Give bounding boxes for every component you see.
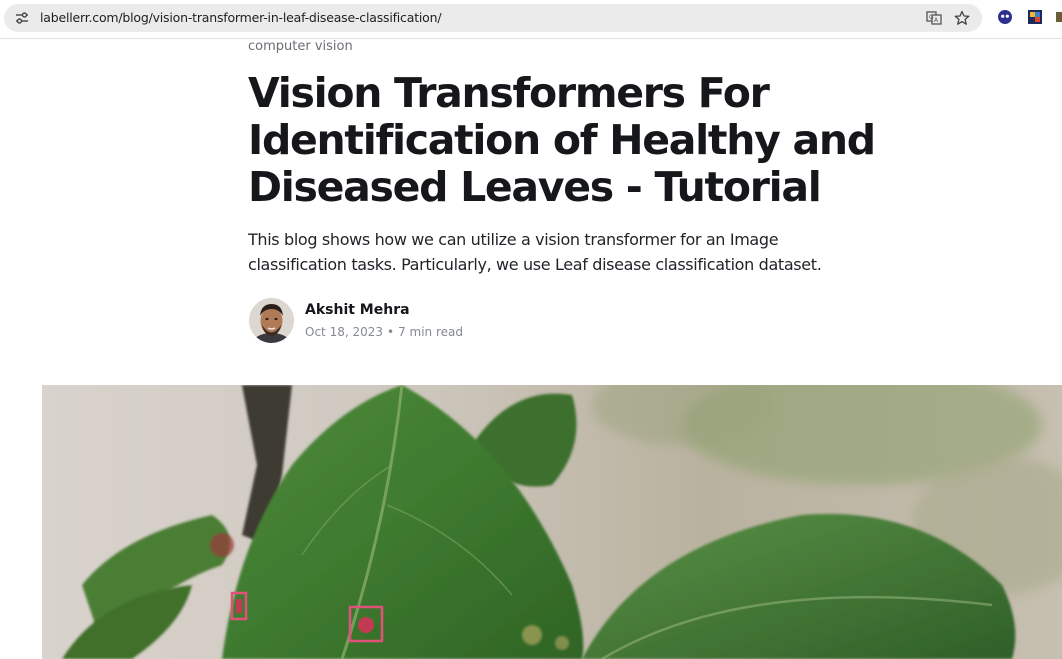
category-tag[interactable]: computer vision [248, 39, 353, 54]
feature-image [42, 385, 1062, 659]
article-meta: Oct 18, 2023 • 7 min read [305, 325, 463, 339]
read-time: 7 min read [398, 325, 463, 339]
author-avatar[interactable] [249, 298, 294, 343]
extension-face-icon[interactable] [996, 8, 1014, 26]
bookmark-star-icon[interactable] [952, 8, 972, 28]
translate-icon[interactable]: G A [924, 8, 944, 28]
site-info-icon[interactable] [12, 8, 32, 28]
extension-cube-icon[interactable] [1026, 8, 1044, 26]
article-title: Vision Transformers For Identification o… [248, 69, 876, 211]
extension-puzzle-icon[interactable] [1054, 8, 1062, 26]
url-text[interactable]: labellerr.com/blog/vision-transformer-in… [40, 4, 442, 32]
meta-separator: • [387, 325, 395, 339]
author-name[interactable]: Akshit Mehra [305, 302, 410, 318]
browser-toolbar: labellerr.com/blog/vision-transformer-in… [0, 0, 1062, 39]
article-excerpt: This blog shows how we can utilize a vis… [248, 230, 822, 274]
publish-date: Oct 18, 2023 [305, 325, 383, 339]
address-bar[interactable]: labellerr.com/blog/vision-transformer-in… [4, 4, 982, 32]
